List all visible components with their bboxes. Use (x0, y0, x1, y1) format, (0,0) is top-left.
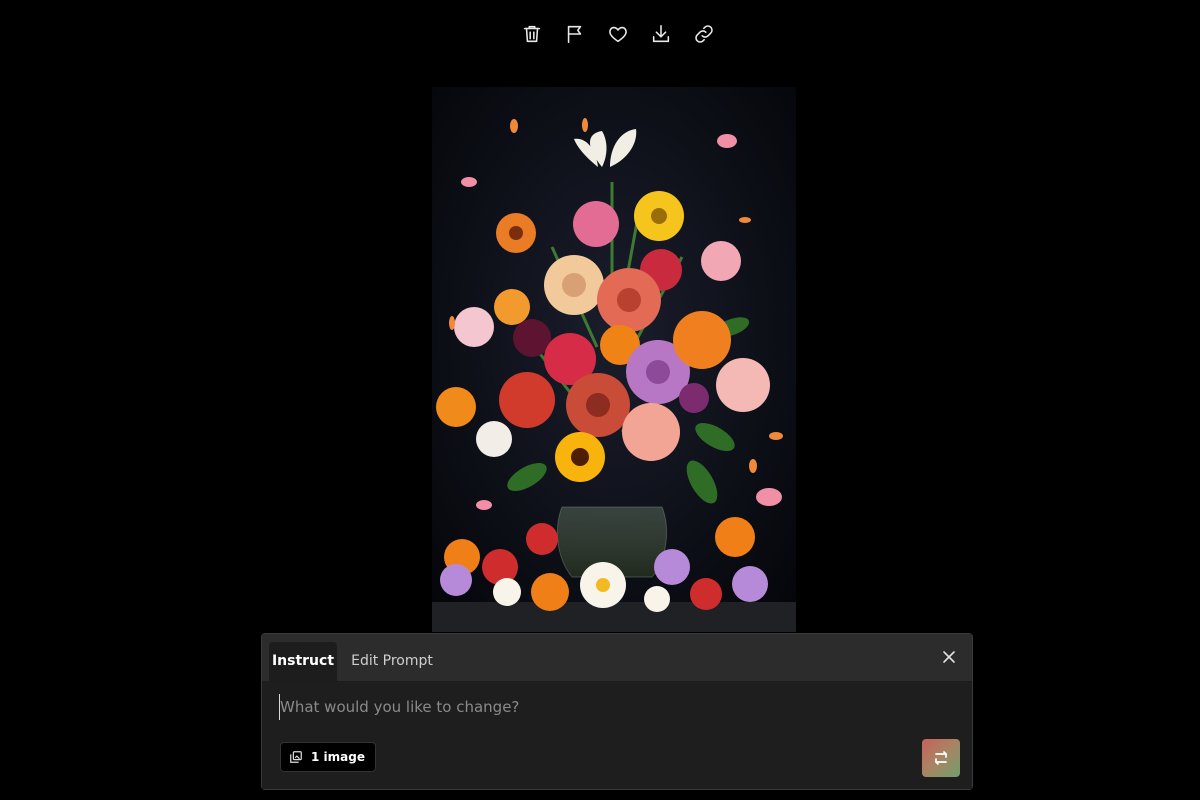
copy-link-button[interactable] (688, 19, 720, 49)
instruct-panel: Instruct Edit Prompt 1 image (261, 633, 973, 790)
report-button[interactable] (559, 19, 591, 49)
flag-icon (567, 25, 582, 44)
image-count-label: 1 image (311, 750, 365, 764)
panel-tab-bar: Instruct Edit Prompt (262, 634, 972, 682)
images-icon (290, 751, 302, 763)
tab-instruct[interactable]: Instruct (269, 642, 337, 681)
delete-button[interactable] (516, 19, 548, 49)
download-icon (652, 24, 670, 43)
generated-image[interactable] (432, 87, 796, 632)
tab-edit-prompt[interactable]: Edit Prompt (348, 642, 436, 681)
app-stage: Instruct Edit Prompt 1 image (0, 0, 1200, 800)
link-icon (695, 25, 713, 43)
panel-body: 1 image (262, 682, 972, 789)
heart-icon (609, 26, 627, 43)
trash-icon (523, 25, 541, 43)
repeat-icon (935, 751, 947, 765)
instruction-input[interactable] (279, 694, 940, 720)
download-button[interactable] (645, 19, 677, 49)
close-icon (943, 651, 955, 663)
image-toolbar (516, 19, 720, 49)
favorite-button[interactable] (602, 19, 634, 49)
image-count-chip[interactable]: 1 image (280, 742, 376, 772)
flower-bouquet-image (432, 87, 796, 632)
close-panel-button[interactable] (940, 648, 958, 666)
submit-button[interactable] (922, 739, 960, 777)
